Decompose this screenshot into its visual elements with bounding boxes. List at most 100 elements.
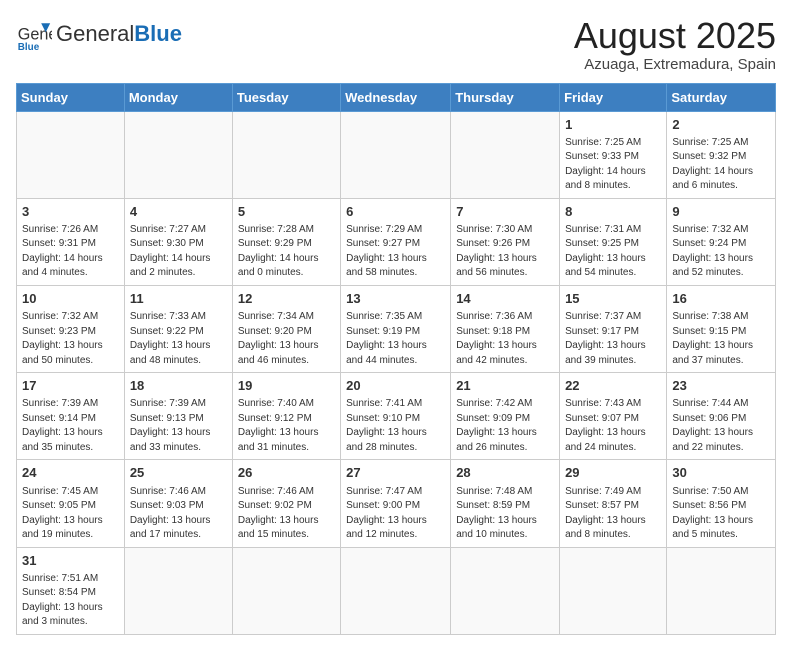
- calendar-week-1: 1 Sunrise: 7:25 AM Sunset: 9:33 PM Daylig…: [17, 111, 776, 198]
- day-info: Sunrise: 7:30 AM Sunset: 9:26 PM Dayligh…: [456, 223, 554, 281]
- day-number: 1: [565, 116, 661, 134]
- logo-wordmark: GeneralBlue: [56, 23, 182, 45]
- day-info: Sunrise: 7:31 AM Sunset: 9:25 PM Dayligh…: [565, 223, 661, 281]
- day-info: Sunrise: 7:49 AM Sunset: 8:57 PM Dayligh…: [565, 485, 661, 543]
- calendar-cell: 23 Sunrise: 7:44 AM Sunset: 9:06 PM Dayli…: [667, 373, 776, 460]
- calendar-week-5: 24Sunrise: 7:45 AM Sunset: 9:05 PM Dayli…: [17, 460, 776, 547]
- calendar-cell: [124, 547, 232, 634]
- day-number: 15: [565, 290, 661, 308]
- calendar-cell: 2Sunrise: 7:25 AM Sunset: 9:32 PM Daylig…: [667, 111, 776, 198]
- calendar-cell: [341, 111, 451, 198]
- calendar-cell: 13Sunrise: 7:35 AM Sunset: 9:19 PM Dayli…: [341, 285, 451, 372]
- calendar-cell: 11 Sunrise: 7:33 AM Sunset: 9:22 PM Dayli…: [124, 285, 232, 372]
- svg-text:Blue: Blue: [18, 42, 40, 52]
- calendar-week-6: 31Sunrise: 7:51 AM Sunset: 8:54 PM Dayli…: [17, 547, 776, 634]
- day-info: Sunrise: 7:38 AM Sunset: 9:15 PM Dayligh…: [672, 310, 770, 368]
- day-number: 14: [456, 290, 554, 308]
- weekday-header-friday: Friday: [560, 83, 667, 111]
- location-title: Azuaga, Extremadura, Spain: [574, 56, 776, 73]
- day-info: Sunrise: 7:26 AM Sunset: 9:31 PM Dayligh…: [22, 223, 119, 281]
- day-info: Sunrise: 7:39 AM Sunset: 9:13 PM Dayligh…: [130, 397, 227, 455]
- calendar-cell: 5 Sunrise: 7:28 AM Sunset: 9:29 PM Daylig…: [232, 198, 340, 285]
- day-number: 10: [22, 290, 119, 308]
- day-info: Sunrise: 7:47 AM Sunset: 9:00 PM Dayligh…: [346, 485, 445, 543]
- calendar-cell: [232, 547, 340, 634]
- weekday-header-saturday: Saturday: [667, 83, 776, 111]
- calendar-cell: [124, 111, 232, 198]
- day-info: Sunrise: 7:42 AM Sunset: 9:09 PM Dayligh…: [456, 397, 554, 455]
- calendar-cell: 1 Sunrise: 7:25 AM Sunset: 9:33 PM Daylig…: [560, 111, 667, 198]
- day-info: Sunrise: 7:32 AM Sunset: 9:24 PM Dayligh…: [672, 223, 770, 281]
- logo-icon: General Blue: [16, 16, 52, 52]
- calendar-week-4: 17 Sunrise: 7:39 AM Sunset: 9:14 PM Dayli…: [17, 373, 776, 460]
- calendar-cell: 29 Sunrise: 7:49 AM Sunset: 8:57 PM Dayli…: [560, 460, 667, 547]
- day-number: 28: [456, 464, 554, 482]
- weekday-header-row: SundayMondayTuesdayWednesdayThursdayFrid…: [17, 83, 776, 111]
- day-number: 11: [130, 290, 227, 308]
- day-info: Sunrise: 7:39 AM Sunset: 9:14 PM Dayligh…: [22, 397, 119, 455]
- calendar-cell: 25Sunrise: 7:46 AM Sunset: 9:03 PM Dayli…: [124, 460, 232, 547]
- day-number: 18: [130, 377, 227, 395]
- calendar-cell: 17 Sunrise: 7:39 AM Sunset: 9:14 PM Dayli…: [17, 373, 125, 460]
- day-number: 31: [22, 552, 119, 570]
- day-number: 2: [672, 116, 770, 134]
- calendar-cell: 15 Sunrise: 7:37 AM Sunset: 9:17 PM Dayli…: [560, 285, 667, 372]
- month-title: August 2025: [574, 16, 776, 56]
- day-number: 20: [346, 377, 445, 395]
- day-number: 27: [346, 464, 445, 482]
- calendar-cell: 18 Sunrise: 7:39 AM Sunset: 9:13 PM Dayli…: [124, 373, 232, 460]
- calendar-table: SundayMondayTuesdayWednesdayThursdayFrid…: [16, 83, 776, 635]
- weekday-header-thursday: Thursday: [451, 83, 560, 111]
- day-number: 17: [22, 377, 119, 395]
- day-info: Sunrise: 7:41 AM Sunset: 9:10 PM Dayligh…: [346, 397, 445, 455]
- calendar-cell: 22 Sunrise: 7:43 AM Sunset: 9:07 PM Dayli…: [560, 373, 667, 460]
- calendar-cell: [341, 547, 451, 634]
- calendar-title-area: August 2025 Azuaga, Extremadura, Spain: [574, 16, 776, 73]
- calendar-cell: 30 Sunrise: 7:50 AM Sunset: 8:56 PM Dayli…: [667, 460, 776, 547]
- day-info: Sunrise: 7:43 AM Sunset: 9:07 PM Dayligh…: [565, 397, 661, 455]
- calendar-week-2: 3 Sunrise: 7:26 AM Sunset: 9:31 PM Daylig…: [17, 198, 776, 285]
- day-info: Sunrise: 7:33 AM Sunset: 9:22 PM Dayligh…: [130, 310, 227, 368]
- day-number: 30: [672, 464, 770, 482]
- weekday-header-monday: Monday: [124, 83, 232, 111]
- calendar-cell: 12Sunrise: 7:34 AM Sunset: 9:20 PM Dayli…: [232, 285, 340, 372]
- day-info: Sunrise: 7:29 AM Sunset: 9:27 PM Dayligh…: [346, 223, 445, 281]
- calendar-cell: 14 Sunrise: 7:36 AM Sunset: 9:18 PM Dayli…: [451, 285, 560, 372]
- calendar-cell: 4 Sunrise: 7:27 AM Sunset: 9:30 PM Daylig…: [124, 198, 232, 285]
- day-number: 23: [672, 377, 770, 395]
- day-number: 29: [565, 464, 661, 482]
- day-info: Sunrise: 7:35 AM Sunset: 9:19 PM Dayligh…: [346, 310, 445, 368]
- day-number: 3: [22, 203, 119, 221]
- day-number: 26: [238, 464, 335, 482]
- calendar-cell: [232, 111, 340, 198]
- day-number: 4: [130, 203, 227, 221]
- calendar-cell: 7 Sunrise: 7:30 AM Sunset: 9:26 PM Daylig…: [451, 198, 560, 285]
- day-info: Sunrise: 7:40 AM Sunset: 9:12 PM Dayligh…: [238, 397, 335, 455]
- day-number: 21: [456, 377, 554, 395]
- day-number: 9: [672, 203, 770, 221]
- calendar-cell: [667, 547, 776, 634]
- day-info: Sunrise: 7:28 AM Sunset: 9:29 PM Dayligh…: [238, 223, 335, 281]
- day-info: Sunrise: 7:36 AM Sunset: 9:18 PM Dayligh…: [456, 310, 554, 368]
- calendar-cell: 31Sunrise: 7:51 AM Sunset: 8:54 PM Dayli…: [17, 547, 125, 634]
- calendar-cell: [560, 547, 667, 634]
- day-info: Sunrise: 7:44 AM Sunset: 9:06 PM Dayligh…: [672, 397, 770, 455]
- calendar-cell: 9 Sunrise: 7:32 AM Sunset: 9:24 PM Daylig…: [667, 198, 776, 285]
- calendar-week-3: 10Sunrise: 7:32 AM Sunset: 9:23 PM Dayli…: [17, 285, 776, 372]
- day-info: Sunrise: 7:45 AM Sunset: 9:05 PM Dayligh…: [22, 485, 119, 543]
- calendar-cell: 6Sunrise: 7:29 AM Sunset: 9:27 PM Daylig…: [341, 198, 451, 285]
- calendar-cell: 8Sunrise: 7:31 AM Sunset: 9:25 PM Daylig…: [560, 198, 667, 285]
- calendar-cell: 28Sunrise: 7:48 AM Sunset: 8:59 PM Dayli…: [451, 460, 560, 547]
- day-number: 5: [238, 203, 335, 221]
- day-number: 7: [456, 203, 554, 221]
- calendar-cell: 3 Sunrise: 7:26 AM Sunset: 9:31 PM Daylig…: [17, 198, 125, 285]
- calendar-cell: [17, 111, 125, 198]
- day-number: 25: [130, 464, 227, 482]
- day-info: Sunrise: 7:37 AM Sunset: 9:17 PM Dayligh…: [565, 310, 661, 368]
- calendar-cell: 27 Sunrise: 7:47 AM Sunset: 9:00 PM Dayli…: [341, 460, 451, 547]
- day-number: 22: [565, 377, 661, 395]
- day-info: Sunrise: 7:27 AM Sunset: 9:30 PM Dayligh…: [130, 223, 227, 281]
- day-info: Sunrise: 7:25 AM Sunset: 9:33 PM Dayligh…: [565, 136, 661, 194]
- day-info: Sunrise: 7:50 AM Sunset: 8:56 PM Dayligh…: [672, 485, 770, 543]
- calendar-cell: [451, 111, 560, 198]
